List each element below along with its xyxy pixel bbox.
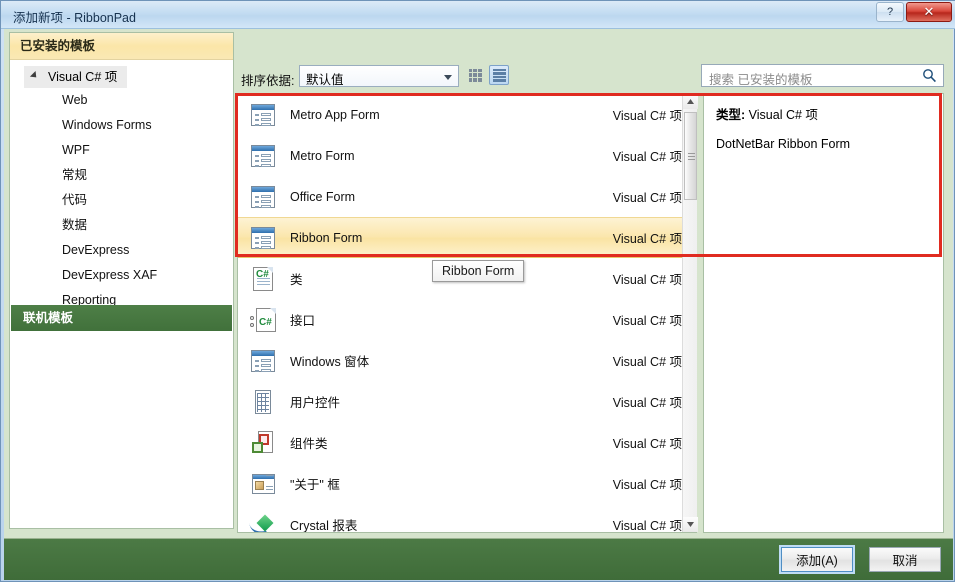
dialog-footer: 添加(A) 取消 — [4, 538, 953, 580]
caption-buttons: ? ✕ — [876, 2, 952, 22]
list-item-selected[interactable]: Ribbon Form Visual C# 项 — [238, 217, 696, 258]
list-item[interactable]: 组件类 Visual C# 项 — [238, 422, 696, 463]
list-item[interactable]: Crystal 报表 Visual C# 项 — [238, 504, 696, 533]
close-button[interactable]: ✕ — [906, 2, 952, 22]
list-item-label: Ribbon Form — [290, 230, 363, 245]
tree-node-visual-csharp[interactable]: Visual C# 项 — [24, 66, 128, 88]
interface-icon: C# — [250, 307, 276, 333]
list-item-label: 组件类 — [290, 437, 328, 451]
help-button[interactable]: ? — [876, 2, 904, 22]
template-detail-pane: 类型: Visual C# 项 DotNetBar Ribbon Form — [703, 93, 944, 533]
list-item[interactable]: Metro App Form Visual C# 项 — [238, 94, 696, 135]
sort-by-value: 默认值 — [306, 73, 344, 87]
list-item[interactable]: 用户控件 Visual C# 项 — [238, 381, 696, 422]
list-item-label: "关于" 框 — [290, 478, 340, 492]
list-item[interactable]: Metro Form Visual C# 项 — [238, 135, 696, 176]
chevron-down-icon[interactable] — [444, 75, 452, 80]
add-button[interactable]: 添加(A) — [781, 547, 853, 572]
search-placeholder: 搜索 已安装的模板 — [709, 73, 813, 87]
list-view-icon — [492, 68, 506, 82]
component-icon — [250, 430, 276, 456]
detail-description: DotNetBar Ribbon Form — [716, 137, 851, 151]
scroll-up-icon[interactable] — [683, 94, 698, 109]
list-item[interactable]: Office Form Visual C# 项 — [238, 176, 696, 217]
scroll-down-icon[interactable] — [683, 517, 698, 532]
tooltip: Ribbon Form — [432, 260, 525, 282]
search-box[interactable]: 搜索 已安装的模板 — [701, 64, 944, 87]
tree-item-windows-forms[interactable]: Windows Forms — [10, 113, 233, 138]
tree-item-general[interactable]: 常规 — [10, 163, 233, 188]
list-item-label: Windows 窗体 — [290, 355, 370, 369]
dialog-body: 已安装的模板 Visual C# 项 Web Windows Forms WPF… — [4, 29, 953, 580]
list-item-label: Crystal 报表 — [290, 519, 358, 533]
list-view-button[interactable] — [489, 65, 509, 85]
grid-view-icon — [468, 68, 482, 82]
title-bar: 添加新项 - RibbonPad ? ✕ — [1, 1, 955, 29]
form-icon — [250, 184, 276, 210]
add-new-item-dialog: 添加新项 - RibbonPad ? ✕ 已安装的模板 Visual C# 项 … — [0, 0, 955, 582]
about-box-icon — [250, 471, 276, 497]
small-icons-view-button[interactable] — [465, 65, 485, 85]
sort-by-label: 排序依据: — [241, 74, 295, 88]
list-scrollbar[interactable] — [682, 94, 698, 532]
expander-triangle-icon[interactable] — [29, 70, 40, 81]
form-icon — [250, 143, 276, 169]
tree-item-data[interactable]: 数据 — [10, 213, 233, 238]
installed-templates-pane: 已安装的模板 Visual C# 项 Web Windows Forms WPF… — [9, 32, 234, 529]
scrollbar-thumb[interactable] — [684, 112, 697, 200]
installed-templates-header: 已安装的模板 — [10, 33, 233, 60]
online-templates-button[interactable]: 联机模板 — [11, 305, 232, 331]
list-item-label: Office Form — [290, 189, 356, 204]
crystal-report-icon — [249, 512, 276, 532]
detail-type-label: 类型: — [716, 108, 746, 122]
cancel-button[interactable]: 取消 — [869, 547, 941, 572]
tree-item-devexpress-xaf[interactable]: DevExpress XAF — [10, 263, 233, 288]
tree-item-wpf[interactable]: WPF — [10, 138, 233, 163]
list-item-label: 接口 — [290, 314, 316, 328]
form-icon — [250, 225, 276, 251]
tree-item-code[interactable]: 代码 — [10, 188, 233, 213]
user-control-icon — [250, 389, 276, 415]
list-item-label: 用户控件 — [290, 396, 341, 410]
list-item[interactable]: C# 接口 Visual C# 项 — [238, 299, 696, 340]
sort-by-combobox[interactable]: 默认值 — [299, 65, 459, 87]
detail-type-row: 类型: Visual C# 项 — [716, 104, 931, 123]
template-list[interactable]: Metro App Form Visual C# 项 Metro Form Vi… — [237, 93, 697, 533]
tree-item-web[interactable]: Web — [10, 88, 233, 113]
form-icon — [250, 102, 276, 128]
template-tree: Visual C# 项 Web Windows Forms WPF 常规 代码 … — [10, 60, 233, 338]
list-item-label: Metro Form — [290, 148, 355, 163]
tree-node-label: Visual C# 项 — [48, 70, 118, 84]
form-icon — [250, 348, 276, 374]
tree-item-devexpress[interactable]: DevExpress — [10, 238, 233, 263]
window-title: 添加新项 - RibbonPad — [13, 11, 136, 25]
list-item[interactable]: "关于" 框 Visual C# 项 — [238, 463, 696, 504]
list-item-label: Metro App Form — [290, 107, 380, 122]
detail-type-value: Visual C# 项 — [748, 108, 818, 122]
search-icon[interactable] — [922, 68, 937, 86]
scrollbar-grip-icon — [688, 153, 695, 160]
list-item[interactable]: Windows 窗体 Visual C# 项 — [238, 340, 696, 381]
class-icon: C# — [250, 266, 276, 292]
